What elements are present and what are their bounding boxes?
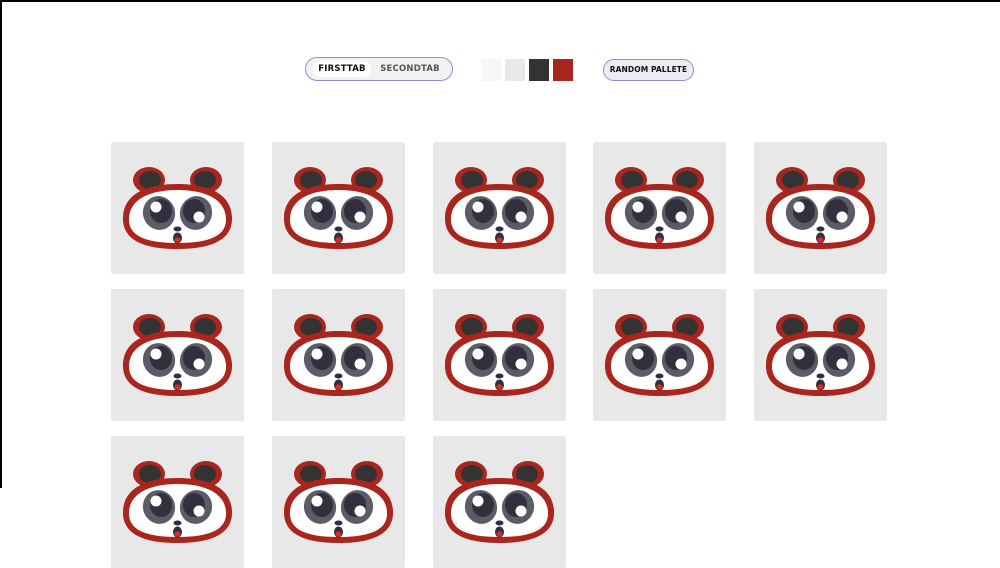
panda-card[interactable]: [432, 142, 566, 274]
panda-card[interactable]: [432, 436, 566, 568]
panda-card[interactable]: [593, 142, 727, 274]
tab-secondtab[interactable]: SECONDTAB: [378, 61, 442, 77]
tab-switcher: FIRSTTAB SECONDTAB: [305, 57, 453, 81]
panda-card[interactable]: [593, 289, 727, 421]
panda-card[interactable]: [754, 142, 888, 274]
panda-card[interactable]: [271, 142, 405, 274]
window-top-border: [0, 0, 1000, 2]
palette-swatch-1[interactable]: [481, 59, 501, 81]
palette-swatch-3[interactable]: [529, 59, 549, 81]
toolbar: FIRSTTAB SECONDTAB RANDOM PALLETE: [0, 57, 1000, 83]
panda-card[interactable]: [111, 436, 244, 568]
random-palette-button[interactable]: RANDOM PALLETE: [603, 59, 694, 81]
panda-card[interactable]: [111, 289, 244, 421]
panda-card[interactable]: [271, 436, 405, 568]
tab-firsttab[interactable]: FIRSTTAB: [313, 61, 371, 77]
palette-swatch-4[interactable]: [553, 59, 573, 81]
panda-card[interactable]: [432, 289, 566, 421]
panda-card[interactable]: [271, 289, 405, 421]
panda-card[interactable]: [111, 142, 244, 274]
palette-swatch-2[interactable]: [505, 59, 525, 81]
panda-card[interactable]: [754, 289, 888, 421]
